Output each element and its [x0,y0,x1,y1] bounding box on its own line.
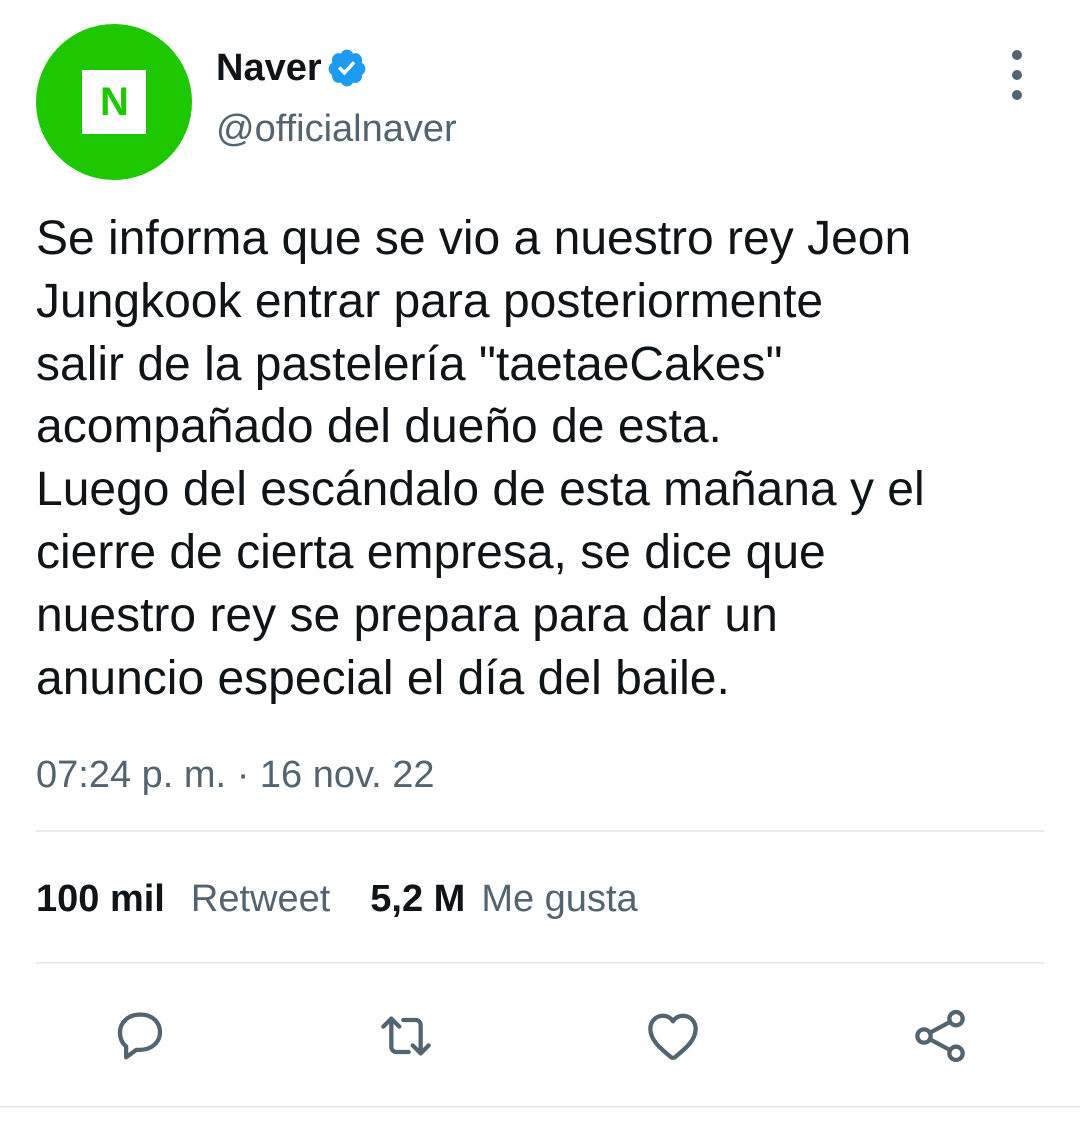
likes-label: Me gusta [481,878,638,920]
timestamp-separator: · [236,754,250,796]
divider [36,830,1044,832]
tweet-date: 16 nov. 22 [259,754,435,796]
tweet-text: Se informa que se vio a nuestro rey Jeon… [36,208,1046,710]
retweet-icon[interactable] [374,1004,438,1068]
display-name[interactable]: Naver [216,47,322,90]
tweet-text-line: Se informa que se vio a nuestro rey Jeon [36,212,912,265]
tweet-text-line: salir de la pastelería "taetaeCakes" [36,337,783,391]
share-icon[interactable] [908,1004,972,1068]
tweet-text-line: Jungkook entrar para posteriormente [36,274,824,328]
likes-stat[interactable]: 5,2 M Me gusta [370,878,637,921]
tweet-text-line: acompañado del dueño de esta. [36,400,722,454]
engagement-stats: 100 mil Retweet 5,2 M Me gusta [36,878,638,921]
more-vertical-icon[interactable] [996,50,1038,100]
retweets-count: 100 mil [36,878,165,920]
more-dot [1012,90,1022,100]
author-name-row[interactable]: Naver [216,42,368,94]
more-dot [1012,50,1022,60]
tweet-text-line: nuestro rey se prepara para dar un [36,588,778,642]
naver-logo-letter: N [100,80,129,124]
tweet-text-line: cierre de cierta empresa, se dice que [36,525,826,579]
user-handle[interactable]: @officialnaver [216,108,457,151]
retweets-label: Retweet [190,878,331,920]
tweet-text-line: Luego del escándalo de esta mañana y el [36,463,925,517]
like-icon[interactable] [641,1004,705,1068]
likes-count: 5,2 M [370,878,466,920]
verified-badge-icon [326,47,368,89]
tweet-text-line: anuncio especial el día del baile. [36,651,730,705]
tweet-timestamp[interactable]: 07:24 p. m. · 16 nov. 22 [36,754,435,797]
naver-logo: N [82,70,146,134]
bottom-divider [0,1106,1080,1108]
retweets-stat[interactable]: 100 mil Retweet [36,878,330,921]
more-dot [1012,70,1022,80]
divider [36,962,1044,964]
tweet-time: 07:24 p. m. [36,754,227,796]
avatar[interactable]: N [36,24,192,180]
reply-icon[interactable] [108,1004,172,1068]
